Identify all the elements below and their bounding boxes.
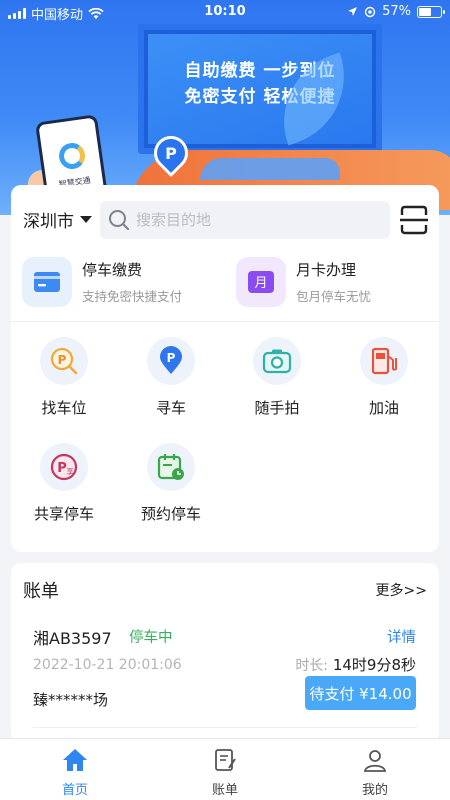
city-selector[interactable]: 深圳市: [23, 207, 92, 232]
tab-label: 我的: [361, 783, 388, 798]
promo-banner[interactable]: 自助缴费 一步到位 免密支付 轻松便捷 P 智慧交通: [0, 0, 450, 215]
bill-section-title: 账单: [23, 581, 59, 602]
orientation-lock-icon: [364, 6, 376, 17]
pay-button[interactable]: 待支付 ¥14.00: [305, 676, 416, 710]
svg-text:P: P: [58, 353, 67, 367]
scan-icon: [400, 205, 428, 235]
divider: [11, 321, 439, 322]
tab-bill[interactable]: 账单: [180, 747, 270, 798]
search-input[interactable]: [136, 211, 376, 229]
battery-icon: [417, 5, 445, 18]
duration-label: 时长:: [295, 658, 329, 674]
grid-label: 预约停车: [140, 505, 201, 523]
grid-item-shared-parking[interactable]: P 享 共享停车: [14, 443, 114, 524]
tab-bar: 首页 账单 我的: [0, 738, 450, 800]
service-title: 停车缴费: [82, 261, 143, 279]
city-label: 深圳市: [23, 212, 74, 232]
location-arrow-icon: [348, 7, 358, 16]
status-bar: 中国移动 10:10 57%: [0, 0, 450, 24]
find-car-icon: P: [147, 337, 195, 385]
grid-label: 找车位: [41, 399, 87, 417]
scan-button[interactable]: [400, 205, 428, 235]
parking-status-badge: 停车中: [129, 630, 173, 646]
svg-text:月: 月: [254, 276, 267, 291]
svg-text:P: P: [167, 351, 176, 365]
grid-label: 随手拍: [254, 399, 300, 417]
battery-percent: 57%: [382, 4, 411, 19]
duration-value: 14时9分8秒: [332, 656, 416, 674]
monthly-card-service[interactable]: 月 月卡办理 包月停车无忧: [236, 257, 371, 307]
grid-item-snapshot[interactable]: 随手拍: [227, 337, 327, 418]
tab-profile[interactable]: 我的: [330, 747, 420, 798]
detail-link[interactable]: 详情: [387, 626, 416, 647]
home-icon: [63, 749, 87, 771]
svg-text:P: P: [57, 461, 67, 476]
service-subtitle: 支持免密快捷支付: [82, 289, 183, 304]
service-subtitle: 包月停车无忧: [296, 289, 372, 304]
grid-item-find-car[interactable]: P 寻车: [121, 337, 221, 418]
app-logo-icon: [57, 141, 87, 171]
grid-item-find-parking[interactable]: P 找车位: [14, 337, 114, 418]
tab-label: 首页: [61, 783, 88, 798]
entry-time: 2022-10-21 20:01:06: [33, 657, 182, 673]
duration: 时长: 14时9分8秒: [295, 654, 416, 675]
grid-label: 加油: [368, 399, 399, 417]
camera-icon: [253, 337, 301, 385]
tab-home[interactable]: 首页: [30, 747, 120, 798]
reserve-parking-icon: [147, 443, 195, 491]
grid-item-fuel[interactable]: 加油: [334, 337, 434, 418]
bill-icon: [215, 749, 236, 771]
svg-text:享: 享: [67, 467, 74, 476]
parking-lot-name: 臻******场: [33, 691, 109, 709]
search-box[interactable]: [100, 201, 390, 239]
grid-label: 共享停车: [33, 505, 94, 523]
shared-parking-icon: P 享: [40, 443, 88, 491]
banner-billboard: 自助缴费 一步到位 免密支付 轻松便捷: [138, 24, 382, 154]
card-icon: [22, 257, 72, 307]
fuel-icon: [360, 337, 408, 385]
grid-item-reserve-parking[interactable]: 预约停车: [121, 443, 221, 524]
profile-icon: [363, 750, 387, 772]
find-parking-icon: P: [40, 337, 88, 385]
bill-card: 账单 更多>> 湘AB3597 停车中 详情 2022-10-21 20:01:…: [11, 563, 439, 743]
parking-payment-service[interactable]: 停车缴费 支持免密快捷支付: [22, 257, 182, 307]
car-window-illustration: [200, 158, 340, 180]
month-card-icon: 月: [236, 257, 286, 307]
tab-label: 账单: [211, 783, 238, 798]
search-icon: [109, 210, 130, 231]
caret-down-icon: [80, 216, 92, 223]
license-plate: 湘AB3597: [33, 629, 112, 648]
main-card: 深圳市 停车缴费 支持免密快捷支付: [11, 185, 439, 552]
divider: [33, 727, 417, 728]
more-bills-link[interactable]: 更多>>: [376, 580, 427, 600]
grid-label: 寻车: [155, 399, 186, 417]
service-title: 月卡办理: [296, 261, 357, 279]
